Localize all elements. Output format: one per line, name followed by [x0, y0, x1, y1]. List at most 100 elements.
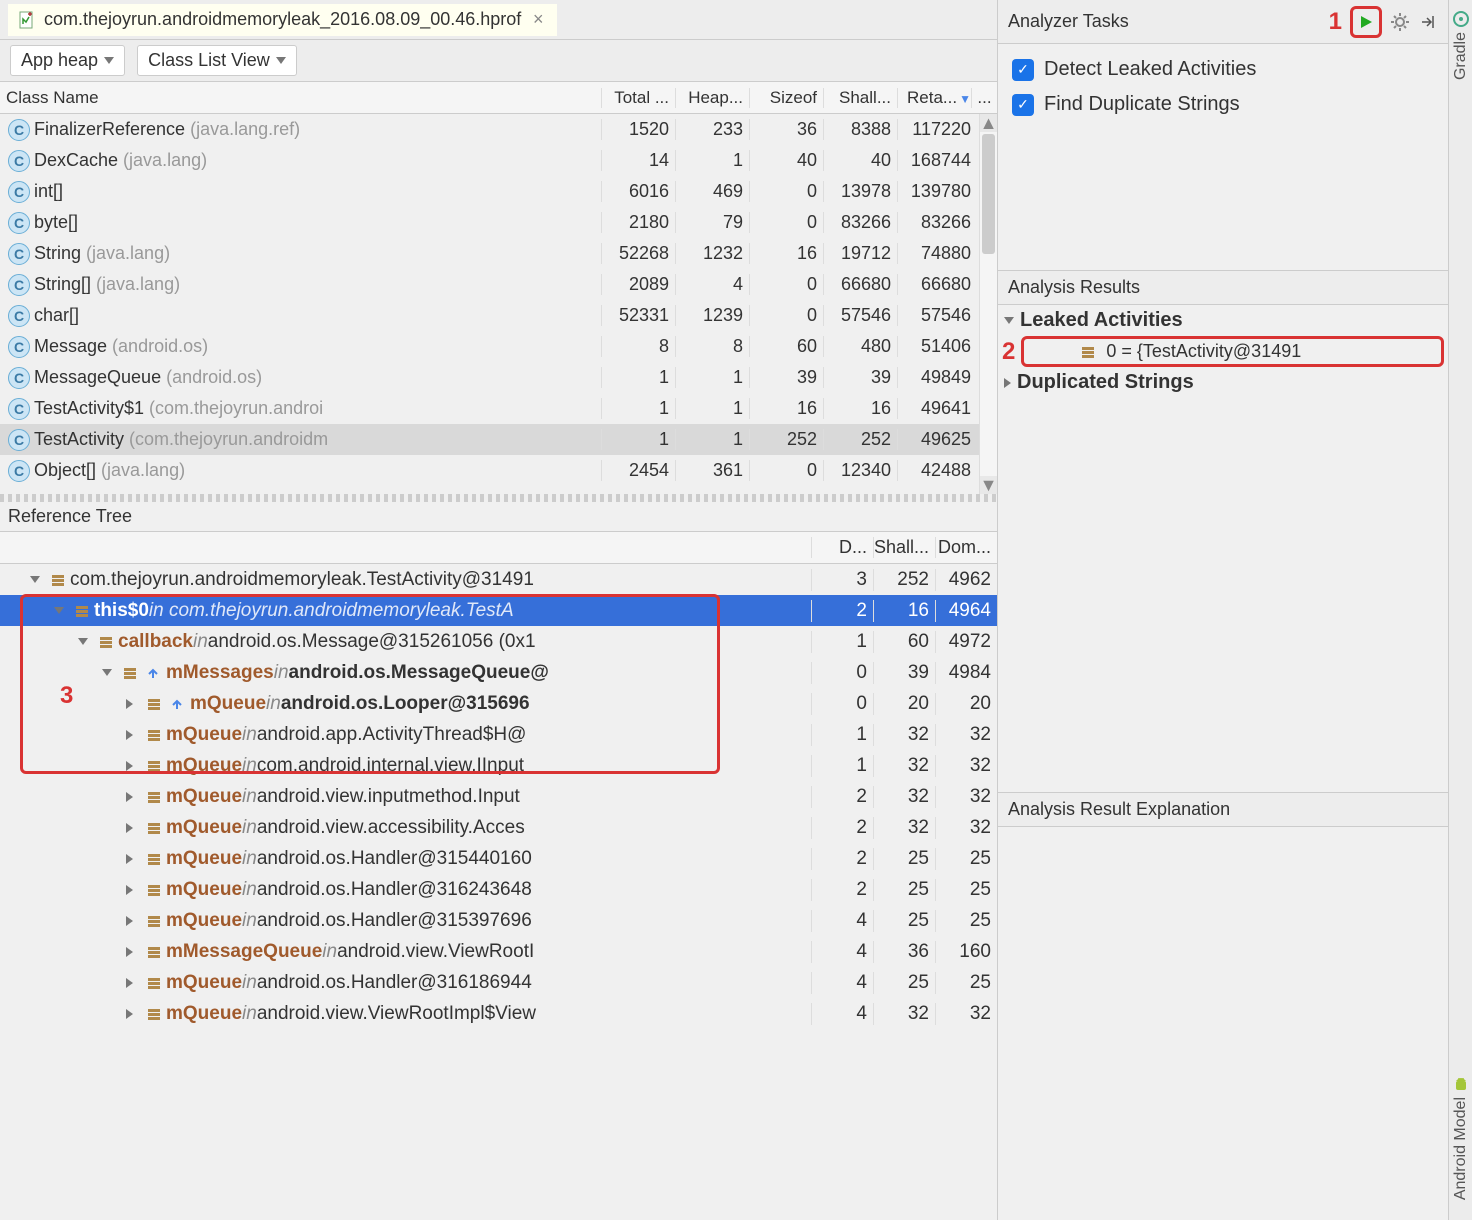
field-icon: [146, 1006, 162, 1022]
result-leaked-activities[interactable]: Leaked Activities: [998, 305, 1448, 336]
scroll-thumb[interactable]: [982, 134, 995, 254]
collapse-icon[interactable]: [1418, 12, 1438, 32]
tree-row[interactable]: mQueue in android.os.Handler@316186944 4…: [0, 967, 997, 998]
table-row[interactable]: CMessage (android.os) 8 8 60 480 51406: [0, 331, 997, 362]
analysis-explanation-title: Analysis Result Explanation: [998, 792, 1448, 827]
scroll-down-icon[interactable]: ▼: [980, 476, 997, 494]
table-row[interactable]: CDexCache (java.lang) 14 1 40 40 168744: [0, 145, 997, 176]
toolbar: App heap Class List View: [0, 40, 997, 82]
col-heap[interactable]: Heap...: [675, 88, 749, 108]
table-row[interactable]: Cint[] 6016 469 0 13978 139780: [0, 176, 997, 207]
collapse-icon[interactable]: [126, 854, 142, 864]
field-icon: [50, 572, 66, 588]
table-row[interactable]: CTestActivity (com.thejoyrun.androidm 1 …: [0, 424, 997, 455]
tree-row[interactable]: mMessages in android.os.MessageQueue@ 0 …: [0, 657, 997, 688]
collapse-icon[interactable]: [126, 761, 142, 771]
gradle-tab[interactable]: Gradle: [1452, 10, 1470, 80]
tree-row[interactable]: this$0 in com.thejoyrun.androidmemorylea…: [0, 595, 997, 626]
col-dominator[interactable]: Dom...: [935, 537, 997, 558]
table-row[interactable]: CString (java.lang) 52268 1232 16 19712 …: [0, 238, 997, 269]
class-icon: C: [8, 119, 30, 141]
tree-row[interactable]: mQueue in android.view.accessibility.Acc…: [0, 812, 997, 843]
expand-icon[interactable]: [54, 607, 70, 614]
col-shallow[interactable]: Shall...: [873, 537, 935, 558]
tree-row[interactable]: mQueue in android.app.ActivityThread$H@ …: [0, 719, 997, 750]
class-icon: C: [8, 181, 30, 203]
file-tab[interactable]: com.thejoyrun.androidmemoryleak_2016.08.…: [8, 4, 557, 36]
tree-row[interactable]: mQueue in android.os.Handler@315397696 4…: [0, 905, 997, 936]
col-class-name[interactable]: Class Name: [0, 88, 601, 108]
table-row[interactable]: CMessageQueue (android.os) 1 1 39 39 498…: [0, 362, 997, 393]
tree-row[interactable]: mQueue in android.os.Handler@315440160 2…: [0, 843, 997, 874]
collapse-icon[interactable]: [126, 1009, 142, 1019]
field-icon: [146, 727, 162, 743]
class-icon: C: [8, 212, 30, 234]
table-row[interactable]: CTestActivity$1 (com.thejoyrun.androi 1 …: [0, 393, 997, 424]
class-icon: C: [8, 460, 30, 482]
table-row[interactable]: CString[] (java.lang) 2089 4 0 66680 666…: [0, 269, 997, 300]
checkbox-checked-icon: ✓: [1012, 59, 1034, 81]
task-detect-leaked[interactable]: ✓ Detect Leaked Activities: [998, 52, 1448, 87]
class-icon: C: [8, 243, 30, 265]
tree-row[interactable]: callback in android.os.Message@315261056…: [0, 626, 997, 657]
tree-row[interactable]: mQueue in com.android.internal.view.IInp…: [0, 750, 997, 781]
tab-title: com.thejoyrun.androidmemoryleak_2016.08.…: [44, 9, 521, 30]
table-row[interactable]: Cchar[] 52331 1239 0 57546 57546: [0, 300, 997, 331]
expand-icon[interactable]: [102, 669, 118, 676]
table-row[interactable]: Cbyte[] 2180 79 0 83266 83266: [0, 207, 997, 238]
class-icon: C: [8, 274, 30, 296]
checkbox-checked-icon: ✓: [1012, 94, 1034, 116]
table-row[interactable]: CObject[] (java.lang) 2454 361 0 12340 4…: [0, 455, 997, 486]
scroll-up-icon[interactable]: ▲: [980, 114, 997, 132]
collapse-icon[interactable]: [126, 885, 142, 895]
col-total[interactable]: Total ...: [601, 88, 675, 108]
class-table: CFinalizerReference (java.lang.ref) 1520…: [0, 114, 997, 494]
collapse-icon[interactable]: [126, 947, 142, 957]
annotation-1: 1: [1329, 8, 1342, 36]
expand-icon: [1004, 317, 1014, 324]
tree-row[interactable]: mQueue in android.view.inputmethod.Input…: [0, 781, 997, 812]
reference-tree[interactable]: com.thejoyrun.androidmemoryleak.TestActi…: [0, 564, 997, 1220]
field-icon: [146, 789, 162, 805]
field-icon: [1080, 344, 1096, 360]
class-icon: C: [8, 305, 30, 327]
android-model-tab[interactable]: Android Model: [1452, 1075, 1470, 1220]
task-find-duplicates[interactable]: ✓ Find Duplicate Strings: [998, 87, 1448, 122]
class-table-header: Class Name Total ... Heap... Sizeof Shal…: [0, 82, 997, 114]
gear-icon[interactable]: [1390, 12, 1410, 32]
tree-row[interactable]: mQueue in android.os.Handler@316243648 2…: [0, 874, 997, 905]
expand-icon[interactable]: [30, 576, 46, 583]
heap-dropdown[interactable]: App heap: [10, 45, 125, 76]
class-icon: C: [8, 429, 30, 451]
field-icon: [146, 820, 162, 836]
col-shallow[interactable]: Shall...: [823, 88, 897, 108]
result-duplicated-strings[interactable]: Duplicated Strings: [998, 367, 1448, 398]
collapse-icon[interactable]: [126, 730, 142, 740]
collapse-icon[interactable]: [126, 792, 142, 802]
run-button[interactable]: [1350, 6, 1382, 38]
close-icon[interactable]: ×: [529, 11, 547, 29]
tree-row[interactable]: mMessageQueue in android.view.ViewRootI …: [0, 936, 997, 967]
collapse-icon[interactable]: [126, 978, 142, 988]
view-dropdown[interactable]: Class List View: [137, 45, 297, 76]
leaked-item[interactable]: 0 = {TestActivity@31491: [1106, 341, 1301, 362]
field-icon: [74, 603, 90, 619]
tree-row[interactable]: mQueue in android.view.ViewRootImpl$View…: [0, 998, 997, 1029]
col-sizeof[interactable]: Sizeof: [749, 88, 823, 108]
scrollbar[interactable]: ▲ ▼: [979, 114, 997, 494]
tree-row[interactable]: com.thejoyrun.androidmemoryleak.TestActi…: [0, 564, 997, 595]
tree-row[interactable]: mQueue in android.os.Looper@315696 0 20 …: [0, 688, 997, 719]
col-retained[interactable]: Reta...▼: [897, 88, 971, 108]
collapse-icon[interactable]: [126, 699, 142, 709]
field-icon: [146, 758, 162, 774]
col-more[interactable]: ...: [971, 88, 997, 108]
col-depth[interactable]: D...: [811, 537, 873, 558]
collapse-icon[interactable]: [126, 916, 142, 926]
table-row[interactable]: CFinalizerReference (java.lang.ref) 1520…: [0, 114, 997, 145]
collapse-icon[interactable]: [126, 823, 142, 833]
expand-icon[interactable]: [78, 638, 94, 645]
resize-grip[interactable]: [0, 494, 997, 502]
inherit-up-icon: [170, 697, 186, 711]
analysis-results-title: Analysis Results: [998, 271, 1448, 305]
field-icon: [98, 634, 114, 650]
